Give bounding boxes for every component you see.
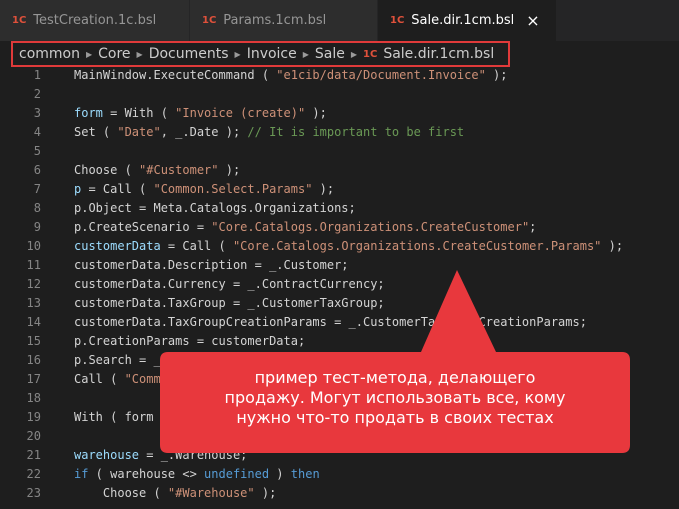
callout-text: пример тест-метода, делающего продажу. М… [160, 368, 630, 428]
callout-bubble-shape [160, 270, 630, 453]
callout-line: пример тест-метода, делающего [254, 368, 536, 387]
callout-line: нужно что-то продать в своих тестах [236, 408, 554, 427]
speech-callout: пример тест-метода, делающего продажу. М… [160, 270, 630, 453]
callout-line: продажу. Могут использовать все, кому [224, 388, 566, 407]
